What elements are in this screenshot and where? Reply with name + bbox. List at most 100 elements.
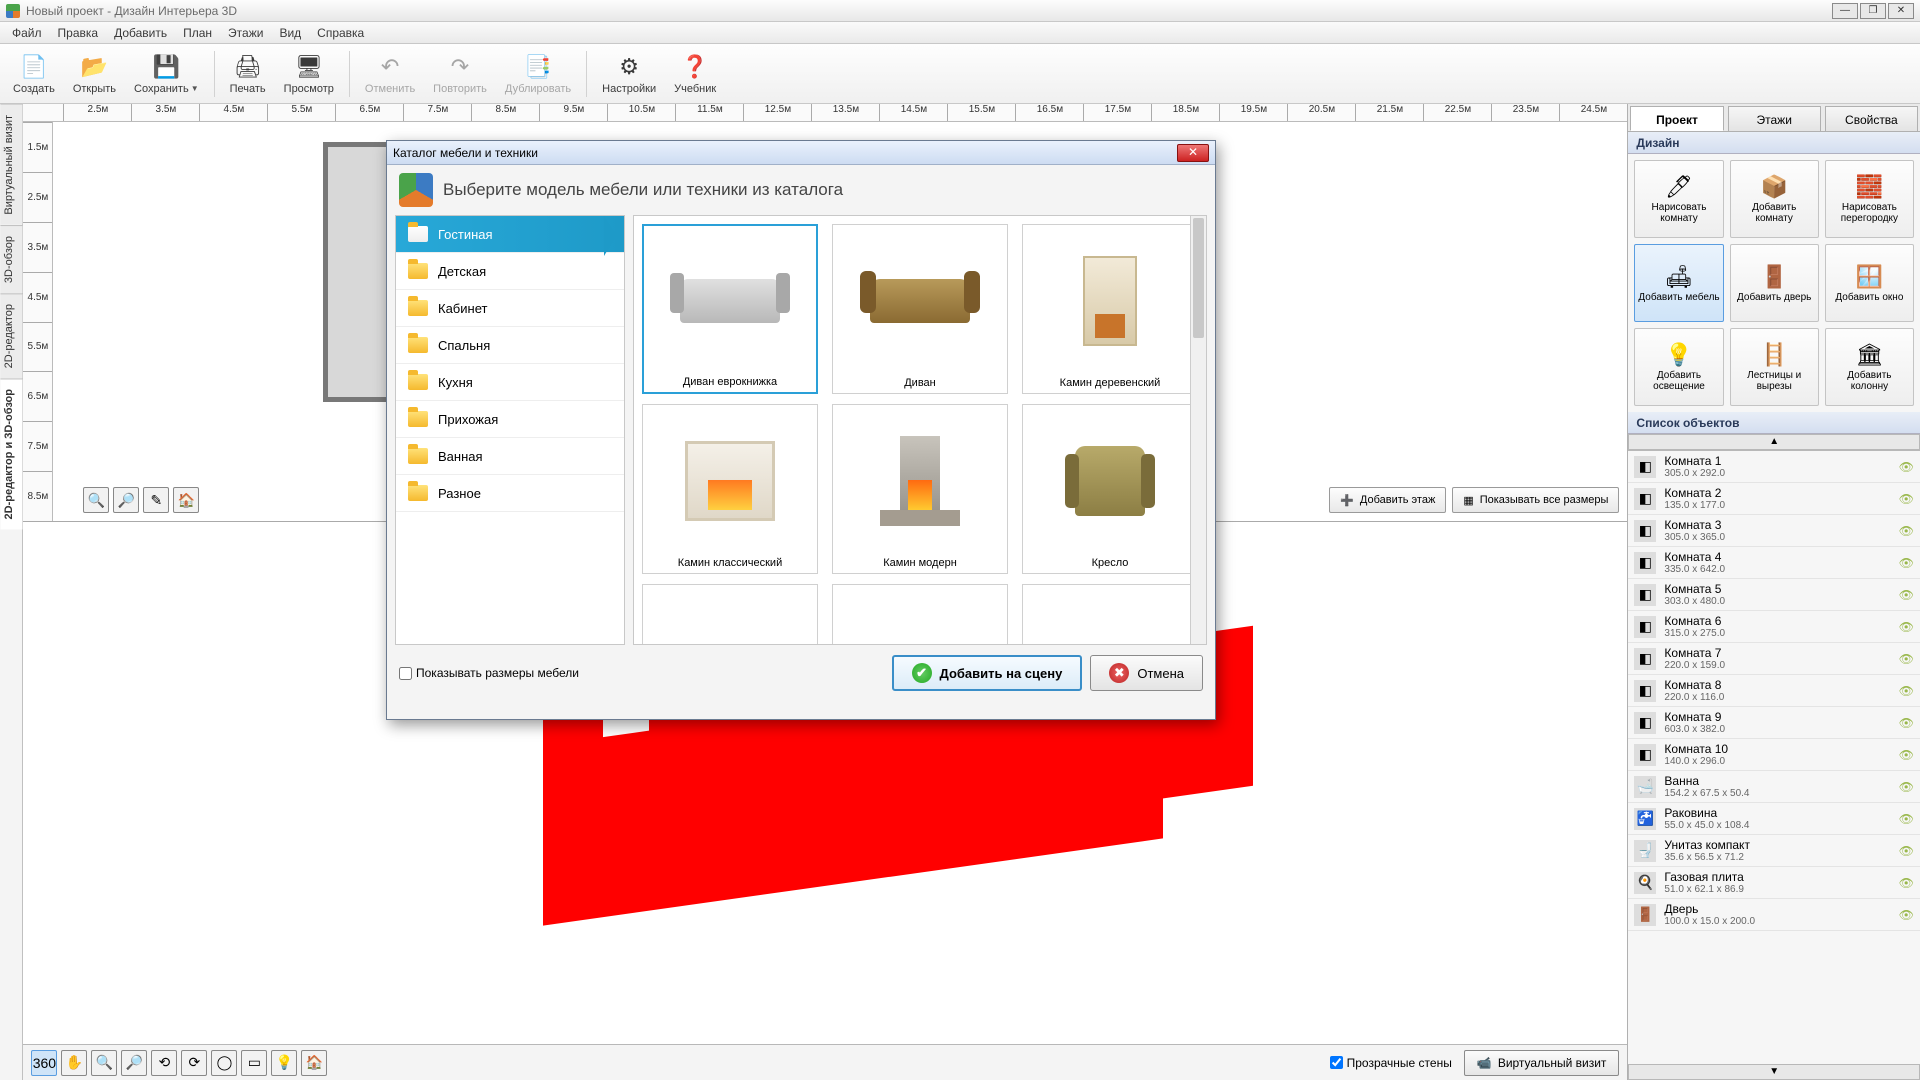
add-to-scene-button[interactable]: ✔Добавить на сцену: [892, 655, 1083, 691]
category-Детская[interactable]: Детская: [396, 253, 624, 290]
category-Ванная[interactable]: Ванная: [396, 438, 624, 475]
visibility-icon[interactable]: 👁: [1899, 908, 1914, 922]
show-furniture-sizes-checkbox[interactable]: Показывать размеры мебели: [399, 666, 579, 680]
zoom-in-3d-icon[interactable]: 🔎: [121, 1050, 147, 1076]
show-dimensions-button[interactable]: ▦Показывать все размеры: [1452, 487, 1619, 513]
design-Нарисовать комнату[interactable]: 🖊Нарисовать комнату: [1634, 160, 1723, 238]
menu-Добавить[interactable]: Добавить: [106, 23, 175, 43]
virtual-visit-button[interactable]: 📹Виртуальный визит: [1464, 1050, 1620, 1076]
rotate-left-icon[interactable]: ⟲: [151, 1050, 177, 1076]
toolbar-tutorial[interactable]: ❓Учебник: [667, 47, 723, 101]
visibility-icon[interactable]: 👁: [1899, 684, 1914, 698]
visibility-icon[interactable]: 👁: [1899, 492, 1914, 506]
visibility-icon[interactable]: 👁: [1899, 588, 1914, 602]
home-3d-icon[interactable]: 🏠: [301, 1050, 327, 1076]
design-Нарисовать перегородку[interactable]: 🧱Нарисовать перегородку: [1825, 160, 1914, 238]
scroll-down-icon[interactable]: ▼: [1628, 1064, 1920, 1080]
category-Гостиная[interactable]: Гостиная: [396, 216, 624, 253]
edit-icon[interactable]: ✎: [143, 487, 169, 513]
zoom-out-icon[interactable]: 🔍: [83, 487, 109, 513]
rptab-Этажи[interactable]: Этажи: [1728, 106, 1821, 131]
object-row[interactable]: 🍳Газовая плита51.0 x 62.1 x 86.9👁: [1628, 867, 1920, 899]
grid-scrollbar[interactable]: [1190, 216, 1206, 644]
design-Добавить колонну[interactable]: 🏛Добавить колонну: [1825, 328, 1914, 406]
visibility-icon[interactable]: 👁: [1899, 556, 1914, 570]
design-Добавить освещение[interactable]: 💡Добавить освещение: [1634, 328, 1723, 406]
object-row[interactable]: ◧Комната 10140.0 x 296.0👁: [1628, 739, 1920, 771]
toolbar-create[interactable]: 📄Создать: [6, 47, 62, 101]
visibility-icon[interactable]: 👁: [1899, 620, 1914, 634]
vtab-2[interactable]: 2D-редактор: [0, 293, 22, 378]
design-Добавить окно[interactable]: 🪟Добавить окно: [1825, 244, 1914, 322]
object-row[interactable]: ◧Комната 5303.0 x 480.0👁: [1628, 579, 1920, 611]
furniture-item[interactable]: Кресло: [1022, 404, 1198, 574]
zoom-in-icon[interactable]: 🔎: [113, 487, 139, 513]
visibility-icon[interactable]: 👁: [1899, 876, 1914, 890]
maximize-button[interactable]: ❐: [1860, 3, 1886, 19]
object-row[interactable]: ◧Комната 3305.0 x 365.0👁: [1628, 515, 1920, 547]
menu-Вид[interactable]: Вид: [271, 23, 309, 43]
pan-icon[interactable]: ✋: [61, 1050, 87, 1076]
transparent-walls-checkbox[interactable]: Прозрачные стены: [1330, 1056, 1452, 1070]
menu-Правка[interactable]: Правка: [50, 23, 107, 43]
visibility-icon[interactable]: 👁: [1899, 460, 1914, 474]
minimize-button[interactable]: —: [1832, 3, 1858, 19]
visibility-icon[interactable]: 👁: [1899, 524, 1914, 538]
visibility-icon[interactable]: 👁: [1899, 716, 1914, 730]
close-button[interactable]: ✕: [1888, 3, 1914, 19]
toolbar-open[interactable]: 📂Открыть: [66, 47, 123, 101]
design-Добавить комнату[interactable]: 📦Добавить комнату: [1730, 160, 1819, 238]
category-Кабинет[interactable]: Кабинет: [396, 290, 624, 327]
dialog-titlebar[interactable]: Каталог мебели и техники ✕: [387, 141, 1215, 165]
menu-Файл[interactable]: Файл: [4, 23, 50, 43]
rptab-Свойства[interactable]: Свойства: [1825, 106, 1918, 131]
toolbar-save[interactable]: 💾Сохранить▼: [127, 47, 206, 101]
cancel-button[interactable]: ✖Отмена: [1090, 655, 1203, 691]
furniture-item[interactable]: Диван: [832, 224, 1008, 394]
home-icon[interactable]: 🏠: [173, 487, 199, 513]
category-Прихожая[interactable]: Прихожая: [396, 401, 624, 438]
rotate-right-icon[interactable]: ⟳: [181, 1050, 207, 1076]
object-row[interactable]: ◧Комната 6315.0 x 275.0👁: [1628, 611, 1920, 643]
vtab-0[interactable]: Виртуальный визит: [0, 104, 22, 225]
object-row[interactable]: 🛁Ванна154.2 x 67.5 x 50.4👁: [1628, 771, 1920, 803]
object-row[interactable]: ◧Комната 1305.0 x 292.0👁: [1628, 451, 1920, 483]
furniture-item[interactable]: Камин деревенский: [1022, 224, 1198, 394]
furniture-item[interactable]: Камин модерн: [832, 404, 1008, 574]
furniture-item[interactable]: Диван еврокнижка: [642, 224, 818, 394]
object-row[interactable]: ◧Комната 4335.0 x 642.0👁: [1628, 547, 1920, 579]
object-row[interactable]: 🚽Унитаз компакт35.6 x 56.5 x 71.2👁: [1628, 835, 1920, 867]
object-row[interactable]: ◧Комната 8220.0 x 116.0👁: [1628, 675, 1920, 707]
vtab-3[interactable]: 2D-редактор и 3D-обзор: [0, 378, 22, 529]
object-row[interactable]: ◧Комната 7220.0 x 159.0👁: [1628, 643, 1920, 675]
furniture-item[interactable]: [1022, 584, 1198, 645]
object-row[interactable]: ◧Комната 9603.0 x 382.0👁: [1628, 707, 1920, 739]
visibility-icon[interactable]: 👁: [1899, 748, 1914, 762]
furniture-item[interactable]: [642, 584, 818, 645]
toolbar-preview[interactable]: 🖥Просмотр: [277, 47, 341, 101]
menu-Справка[interactable]: Справка: [309, 23, 372, 43]
visibility-icon[interactable]: 👁: [1899, 844, 1914, 858]
category-Кухня[interactable]: Кухня: [396, 364, 624, 401]
lasso-icon[interactable]: ◯: [211, 1050, 237, 1076]
zoom-out-3d-icon[interactable]: 🔍: [91, 1050, 117, 1076]
design-Добавить дверь[interactable]: 🚪Добавить дверь: [1730, 244, 1819, 322]
light-icon[interactable]: 💡: [271, 1050, 297, 1076]
design-Лестницы и вырезы[interactable]: 🪜Лестницы и вырезы: [1730, 328, 1819, 406]
orbit-icon[interactable]: 360: [31, 1050, 57, 1076]
object-row[interactable]: 🚰Раковина55.0 x 45.0 x 108.4👁: [1628, 803, 1920, 835]
category-Спальня[interactable]: Спальня: [396, 327, 624, 364]
visibility-icon[interactable]: 👁: [1899, 812, 1914, 826]
furniture-item[interactable]: [832, 584, 1008, 645]
object-row[interactable]: 🚪Дверь100.0 x 15.0 x 200.0👁: [1628, 899, 1920, 931]
toolbar-settings[interactable]: ⚙Настройки: [595, 47, 663, 101]
add-floor-button[interactable]: ➕Добавить этаж: [1329, 487, 1446, 513]
scroll-up-icon[interactable]: ▲: [1628, 434, 1920, 450]
menu-План[interactable]: План: [175, 23, 220, 43]
rptab-Проект[interactable]: Проект: [1630, 106, 1723, 131]
design-Добавить мебель[interactable]: 🛋Добавить мебель: [1634, 244, 1723, 322]
dialog-close-button[interactable]: ✕: [1177, 144, 1209, 162]
menu-Этажи[interactable]: Этажи: [220, 23, 271, 43]
visibility-icon[interactable]: 👁: [1899, 652, 1914, 666]
furniture-item[interactable]: Камин классический: [642, 404, 818, 574]
